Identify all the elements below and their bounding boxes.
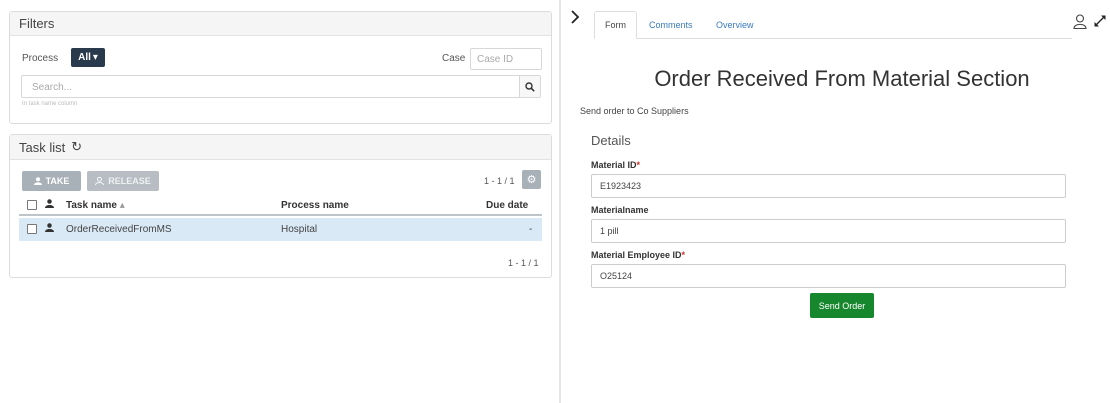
material-name-label: Materialname (591, 205, 649, 215)
user-icon (45, 199, 54, 208)
table-header: Task name ▴ Process name Due date (19, 194, 542, 216)
details-heading: Details (591, 133, 631, 148)
send-order-label: Send Order (818, 300, 866, 311)
tab-form[interactable]: Form (594, 11, 637, 39)
row-checkbox[interactable] (27, 224, 37, 234)
column-due-date[interactable]: Due date (486, 200, 528, 211)
search-input[interactable]: Search... (21, 75, 541, 98)
form-pane: Form Comments Overview Order Received Fr… (562, 0, 1110, 403)
case-label: Case (442, 53, 466, 64)
tab-comments-label: Comments (649, 20, 693, 30)
material-employee-id-label: Material Employee ID* (591, 250, 685, 260)
tab-overview[interactable]: Overview (716, 11, 754, 39)
material-name-value: 1 pill (600, 226, 619, 236)
pagination-bottom: 1 - 1 / 1 (508, 258, 539, 268)
left-pane: Filters Process All ▾ Case Case ID Searc… (0, 0, 560, 403)
chevron-right-icon[interactable] (570, 10, 580, 24)
search-icon (525, 81, 535, 92)
sort-indicator: ▴ (119, 200, 125, 211)
material-id-value: E1923423 (600, 181, 642, 191)
row-process-name: Hospital (281, 224, 318, 235)
gear-icon: ⚙ (526, 174, 537, 186)
expand-icon[interactable] (1094, 15, 1106, 27)
material-employee-id-field[interactable]: O25124 (591, 264, 1066, 288)
row-task-name[interactable]: OrderReceivedFromMS (66, 224, 172, 235)
row-due-date: - (529, 224, 533, 235)
pane-divider[interactable] (559, 0, 561, 403)
filters-title: Filters (19, 16, 55, 31)
process-select[interactable]: All ▾ (71, 48, 105, 67)
take-button[interactable]: TAKE (22, 171, 81, 191)
user-icon[interactable] (1073, 14, 1087, 29)
form-tabs: Form Comments Overview (594, 11, 1072, 39)
caret-down-icon: ▾ (92, 52, 98, 63)
search-button[interactable] (519, 76, 540, 97)
select-all-checkbox[interactable] (27, 200, 37, 210)
process-label: Process (22, 53, 59, 64)
case-id-placeholder: Case ID (477, 53, 514, 65)
filters-panel: Filters Process All ▾ Case Case ID Searc… (9, 11, 552, 124)
user-icon (33, 177, 42, 185)
material-name-label-text: Materialname (591, 205, 649, 215)
filters-header: Filters (10, 12, 551, 36)
process-select-value: All (78, 52, 91, 63)
column-process-name[interactable]: Process name (281, 200, 349, 211)
pagination-top: 1 - 1 / 1 (484, 176, 515, 186)
case-id-input[interactable]: Case ID (470, 48, 542, 70)
tab-form-label: Form (605, 20, 626, 30)
users-icon (95, 177, 105, 185)
release-button[interactable]: RELEASE (87, 171, 159, 191)
material-id-field[interactable]: E1923423 (591, 174, 1066, 198)
material-employee-id-value: O25124 (600, 271, 633, 281)
tab-overview-label: Overview (716, 20, 754, 30)
tasklist-title: Task list (19, 139, 66, 155)
form-title: Order Received From Material Section (654, 66, 1030, 91)
release-label: RELEASE (108, 176, 151, 186)
material-id-label-text: Material ID (591, 160, 637, 170)
user-icon (45, 223, 54, 232)
required-mark: * (681, 250, 686, 260)
table-row[interactable]: OrderReceivedFromMS Hospital - (19, 218, 542, 241)
refresh-icon[interactable]: ↻ (71, 139, 82, 155)
material-id-label: Material ID* (591, 160, 640, 170)
tasklist-header: Task list ↻ (10, 135, 551, 160)
take-label: TAKE (45, 176, 70, 186)
column-task-name[interactable]: Task name ▴ (66, 200, 125, 211)
material-name-field[interactable]: 1 pill (591, 219, 1066, 243)
search-hint: In task name column (22, 101, 78, 107)
settings-button[interactable]: ⚙ (522, 170, 541, 189)
column-task-name-label: Task name (66, 200, 117, 211)
search-placeholder: Search... (32, 82, 73, 93)
tasklist-panel: Task list ↻ TAKE RELEASE 1 - 1 / 1 ⚙ Tas… (9, 134, 552, 278)
material-employee-id-label-text: Material Employee ID (591, 250, 682, 260)
tab-comments[interactable]: Comments (649, 11, 693, 39)
form-subtitle: Send order to Co Suppliers (580, 106, 689, 116)
send-order-button[interactable]: Send Order (810, 293, 874, 318)
required-mark: * (636, 160, 641, 170)
